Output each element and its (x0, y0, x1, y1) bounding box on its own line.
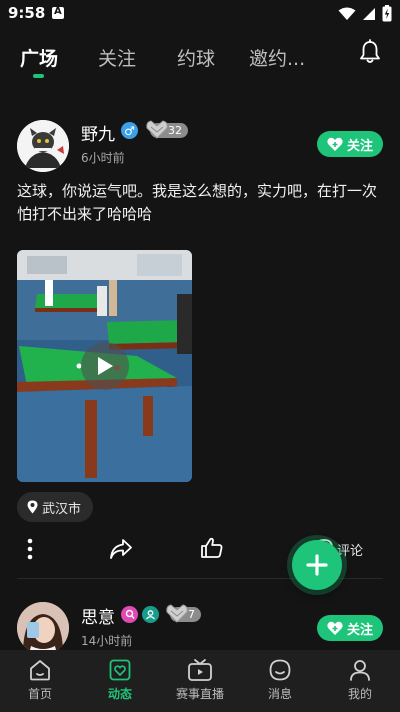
nav-profile-label: 我的 (347, 687, 372, 701)
follow-label: 关注 (346, 138, 373, 154)
app-screen: 9:58 广场 关注 约球 邀约... (0, 0, 400, 712)
play-button[interactable] (81, 342, 129, 390)
status-time: 9:58 (8, 4, 46, 22)
profile-icon (350, 660, 370, 681)
signal-icon (363, 7, 375, 20)
nav-profile[interactable]: 我的 (325, 658, 395, 702)
location-tag[interactable]: 武汉市 (17, 492, 94, 522)
like-button[interactable] (199, 535, 225, 561)
nav-home[interactable]: 首页 (5, 658, 75, 702)
status-icons (338, 5, 392, 22)
nav-messages-label: 消息 (267, 687, 292, 701)
heart-plus-icon (327, 137, 343, 151)
verified-user-icon (142, 606, 159, 623)
avatar-image (17, 120, 69, 172)
video-thumbnail[interactable] (17, 250, 192, 482)
post-username[interactable]: 野九 (81, 120, 115, 145)
follow-label: 关注 (346, 622, 373, 638)
home-icon (30, 660, 50, 681)
post-text: 这球，你说运气吧。我是这么想的，实力吧，在打一次怕打不出来了哈哈哈 (17, 182, 378, 223)
location-pin-icon (27, 500, 38, 514)
thumbs-up-icon (201, 537, 223, 558)
nav-live-events[interactable]: 赛事直播 (165, 658, 235, 702)
notification-app-icon (52, 6, 64, 19)
more-options-button[interactable] (20, 536, 40, 562)
tab-following[interactable]: 关注 (98, 44, 136, 71)
wing-badge-icon (166, 604, 188, 623)
feed-tabs: 广场 关注 约球 邀约... (0, 36, 400, 82)
follow-button[interactable]: 关注 (317, 131, 383, 157)
comment-label[interactable]: 评论 (337, 540, 363, 559)
message-icon (269, 659, 291, 681)
post-time: 14小时前 (81, 634, 133, 648)
nav-feed-label: 动态 (107, 687, 132, 701)
level-badge: 7 (166, 604, 201, 623)
female-gender-icon (121, 606, 138, 623)
nav-messages[interactable]: 消息 (245, 658, 315, 702)
heart-plus-icon (327, 621, 343, 635)
share-button[interactable] (108, 536, 134, 562)
tv-icon (188, 659, 212, 681)
feed-icon (109, 659, 131, 681)
active-tab-indicator (33, 74, 44, 78)
status-bar: 9:58 (0, 0, 400, 28)
wifi-icon (338, 7, 356, 20)
play-icon (98, 357, 113, 375)
male-gender-icon: ♂ (121, 122, 138, 139)
tab-invitations[interactable]: 邀约... (249, 44, 305, 71)
more-vertical-icon (27, 538, 33, 560)
tab-square[interactable]: 广场 (20, 44, 58, 71)
notifications-button[interactable] (356, 38, 384, 66)
location-label: 武汉市 (42, 501, 82, 517)
avatar-image (17, 602, 69, 654)
battery-charging-icon (382, 5, 392, 22)
level-badge: 32 (146, 120, 188, 139)
nav-live-events-label: 赛事直播 (175, 687, 224, 701)
plus-icon (306, 554, 328, 576)
post-username[interactable]: 思意 (81, 603, 115, 628)
create-post-button[interactable] (292, 540, 342, 590)
tab-matches[interactable]: 约球 (177, 44, 215, 71)
level-number: 32 (168, 124, 182, 137)
nav-feed[interactable]: 动态 (85, 658, 155, 702)
avatar[interactable] (17, 602, 69, 654)
nav-home-label: 首页 (27, 687, 52, 701)
bell-icon (360, 39, 380, 63)
avatar[interactable] (17, 120, 69, 172)
bottom-navigation: 首页 动态 赛事直播 消息 我的 (0, 650, 400, 712)
follow-button[interactable]: 关注 (317, 615, 383, 641)
post-time: 6小时前 (81, 151, 125, 165)
share-icon (110, 539, 132, 559)
wing-badge-icon (146, 120, 168, 139)
